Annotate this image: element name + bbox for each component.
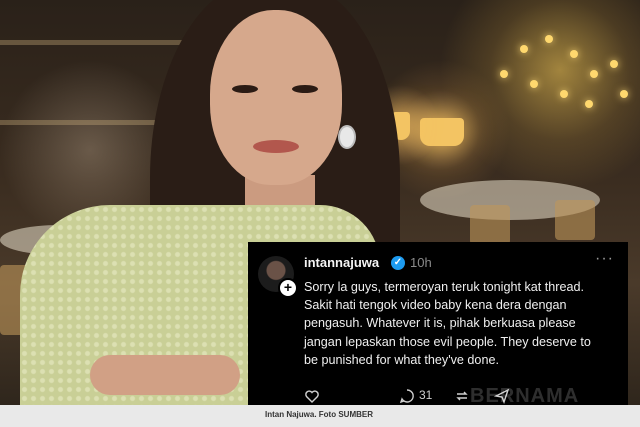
post-line: Sakit hati tengok video baby kena dera d… [304,298,567,313]
post-line: pengasuh. Whatever it is, pihak berkuasa… [304,316,576,331]
face [210,10,342,185]
reply-count: 31 [419,388,433,402]
reply-comment-icon[interactable] [399,388,415,404]
photo-caption: Intan Najuwa. Foto SUMBER [265,410,373,419]
post-text: Sorry la guys, termeroyan teruk tonight … [304,278,622,369]
username[interactable]: intannajuwa [304,255,379,270]
verified-badge-icon: ✓ [391,256,405,270]
more-options-icon[interactable]: ··· [595,250,614,268]
post-line: be punished for what they've done. [304,352,499,367]
eye [292,85,318,93]
repost-icon[interactable] [454,388,470,404]
post-line: jangan lepaskan those evil people. They … [304,334,591,349]
chair [470,205,510,245]
follow-plus-icon[interactable]: + [278,278,298,298]
like-heart-icon[interactable] [304,388,320,404]
avatar[interactable]: + [258,256,298,298]
chair [555,200,595,240]
hand [90,355,240,395]
threads-post-card: + intannajuwa ✓ 10h ··· Sorry la guys, t… [248,242,628,405]
caption-bar: Intan Najuwa. Foto SUMBER [0,405,640,427]
table-lamp [420,118,464,146]
earring [338,125,356,149]
lips [253,140,299,153]
post-time: 10h [410,255,432,270]
post-line: Sorry la guys, termeroyan teruk tonight … [304,280,584,294]
eye [232,85,258,93]
